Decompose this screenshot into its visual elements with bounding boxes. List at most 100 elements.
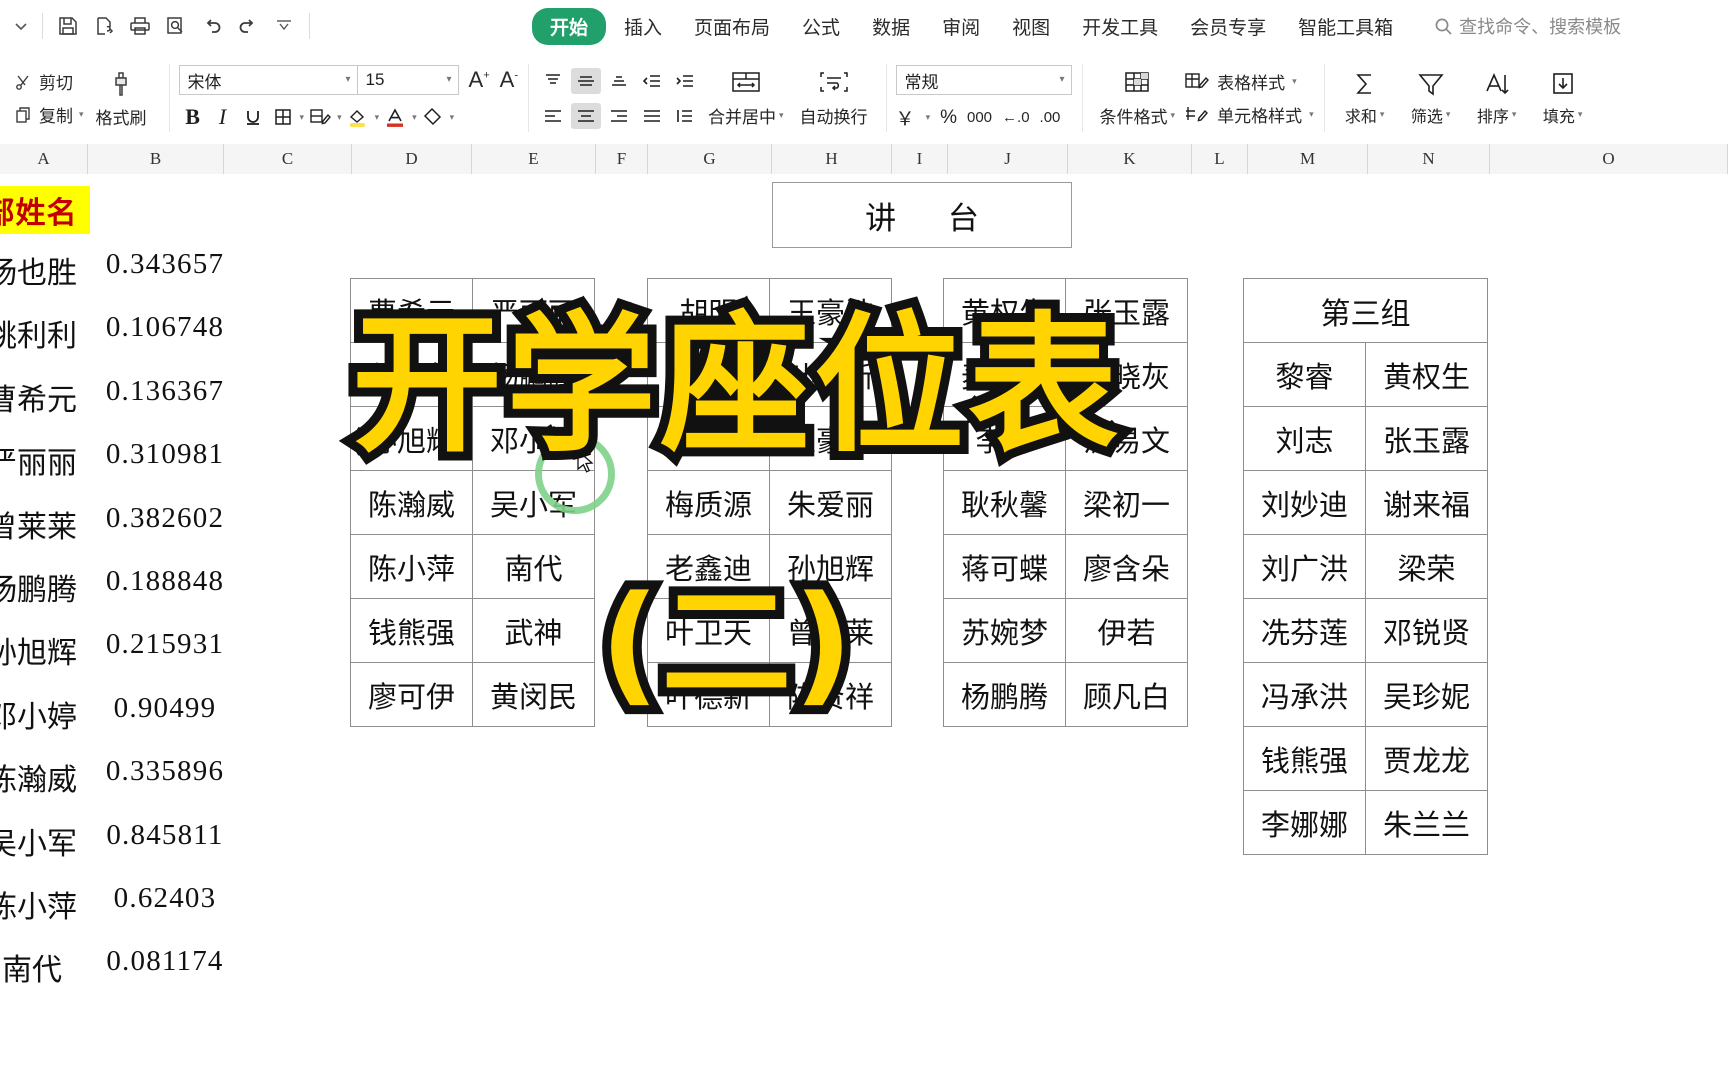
- seat-cell[interactable]: 余芬芳: [647, 342, 770, 407]
- seat-cell[interactable]: 谢来福: [1365, 470, 1488, 535]
- font-size-select[interactable]: 15 ▾: [356, 65, 459, 95]
- tab-page-layout[interactable]: 页面布局: [680, 7, 784, 46]
- copy-button[interactable]: 复制 ▾: [14, 102, 84, 127]
- save-icon[interactable]: [51, 9, 85, 43]
- name-cell[interactable]: 陈小萍: [0, 882, 90, 926]
- tab-formula[interactable]: 公式: [788, 7, 854, 46]
- seat-cell[interactable]: 叶卫天: [647, 598, 770, 663]
- seat-group-2[interactable]: 胡明 王豪浩 余芬芳 叶德新 楠楠 王豪浩 梅质源 朱爱丽 老鑫迪 孙旭辉 叶卫天 曾莱莱 叶德新 陈贤祥: [647, 278, 892, 727]
- seat-cell[interactable]: 李娜娜: [1243, 790, 1366, 855]
- clear-format-button[interactable]: [419, 103, 447, 131]
- seat-cell[interactable]: 曾莱莱: [350, 342, 473, 407]
- column-header-I[interactable]: I: [892, 144, 948, 174]
- align-right-button[interactable]: [604, 103, 634, 129]
- print-icon[interactable]: [123, 9, 157, 43]
- save-as-icon[interactable]: [87, 9, 121, 43]
- column-header-N[interactable]: N: [1368, 144, 1490, 174]
- seat-cell[interactable]: 黄权生: [943, 278, 1066, 343]
- seat-cell[interactable]: 胡明: [647, 278, 770, 343]
- seat-cell[interactable]: 刘妙迪: [1243, 470, 1366, 535]
- chevron-down-icon[interactable]: ▾: [1446, 109, 1451, 120]
- autosum-button[interactable]: 求和 ▾: [1334, 70, 1396, 127]
- seat-cell[interactable]: 刘广洪: [1243, 534, 1366, 599]
- format-painter-button[interactable]: 格式刷: [84, 68, 159, 129]
- value-cell[interactable]: 0.90499: [90, 692, 240, 725]
- value-cell[interactable]: 0.335896: [90, 755, 240, 788]
- seat-cell[interactable]: 钱熊强: [350, 598, 473, 663]
- value-cell[interactable]: 0.106748: [90, 311, 240, 344]
- column-header-J[interactable]: J: [948, 144, 1068, 174]
- align-left-button[interactable]: [538, 103, 568, 129]
- chevron-down-icon[interactable]: ▾: [1292, 76, 1297, 87]
- name-cell[interactable]: 姚利利: [0, 311, 90, 355]
- value-cell[interactable]: 0.136367: [90, 375, 240, 408]
- chevron-down-icon[interactable]: ▾: [450, 112, 455, 123]
- column-header-C[interactable]: C: [224, 144, 352, 174]
- print-preview-icon[interactable]: [159, 9, 193, 43]
- text-orientation-button[interactable]: [670, 103, 700, 129]
- merge-center-button[interactable]: 合并居中 ▾: [700, 69, 792, 128]
- chevron-down-icon[interactable]: ▾: [779, 110, 784, 121]
- tab-smart-toolbox[interactable]: 智能工具箱: [1284, 7, 1407, 46]
- seat-cell[interactable]: 邓锐贤: [1365, 598, 1488, 663]
- seat-cell[interactable]: 王豪浩: [769, 406, 892, 471]
- seat-cell[interactable]: 蒋可蝶: [943, 534, 1066, 599]
- seat-cell[interactable]: 曾莱莱: [769, 598, 892, 663]
- seat-cell[interactable]: 南代: [472, 534, 595, 599]
- seat-cell[interactable]: 严丽丽: [472, 278, 595, 343]
- redo-icon[interactable]: [231, 9, 265, 43]
- name-cell[interactable]: 孙旭辉: [0, 628, 90, 672]
- name-cell[interactable]: 杨也胜: [0, 248, 90, 292]
- customize-toolbar-icon[interactable]: [267, 9, 301, 43]
- cell-style-button[interactable]: 单元格样式 ▾: [1183, 102, 1314, 127]
- seat-cell[interactable]: 伊若: [1065, 598, 1188, 663]
- seat-cell[interactable]: 陈贤祥: [769, 662, 892, 727]
- increase-decimal-button[interactable]: .00: [1040, 109, 1061, 126]
- seat-cell[interactable]: 陈小萍: [350, 534, 473, 599]
- filter-button[interactable]: 筛选 ▾: [1400, 70, 1462, 127]
- column-header-G[interactable]: G: [648, 144, 772, 174]
- column-header-B[interactable]: B: [88, 144, 224, 174]
- align-bottom-button[interactable]: [604, 68, 634, 94]
- name-cell[interactable]: 陈瀚威: [0, 755, 90, 799]
- borders-button[interactable]: [269, 103, 297, 131]
- column-header-D[interactable]: D: [352, 144, 472, 174]
- column-header-M[interactable]: M: [1248, 144, 1368, 174]
- seat-cell[interactable]: 刘志: [1243, 406, 1366, 471]
- value-cell[interactable]: 0.215931: [90, 628, 240, 661]
- justify-button[interactable]: [637, 103, 667, 129]
- column-header-L[interactable]: L: [1192, 144, 1248, 174]
- value-cell[interactable]: 0.62403: [90, 882, 240, 915]
- seat-cell[interactable]: 洪易文: [1065, 406, 1188, 471]
- seat-cell[interactable]: 吴珍妮: [1365, 662, 1488, 727]
- name-cell[interactable]: 邓小婷: [0, 692, 90, 736]
- tab-start[interactable]: 开始: [532, 7, 607, 45]
- increase-indent-button[interactable]: [670, 68, 700, 94]
- seat-cell[interactable]: 老鑫迪: [647, 534, 770, 599]
- tab-member-exclusive[interactable]: 会员专享: [1176, 7, 1280, 46]
- chevron-down-icon[interactable]: ▾: [300, 112, 305, 123]
- chevron-down-icon[interactable]: ▾: [337, 112, 342, 123]
- conditional-format-button[interactable]: 条件格式 ▾: [1092, 69, 1184, 128]
- seat-cell[interactable]: 陈瀚威: [350, 470, 473, 535]
- value-cell[interactable]: 0.310981: [90, 438, 240, 471]
- fill-button[interactable]: 填充 ▾: [1532, 70, 1594, 127]
- percent-format-button[interactable]: %: [940, 107, 957, 129]
- column-header-F[interactable]: F: [596, 144, 648, 174]
- chevron-down-icon[interactable]: ▾: [375, 112, 380, 123]
- name-cell[interactable]: 曾莱莱: [0, 502, 90, 546]
- chevron-down-icon[interactable]: ▾: [1380, 109, 1385, 120]
- seat-cell[interactable]: 梁初一: [1065, 470, 1188, 535]
- seat-cell[interactable]: 张玉露: [1065, 278, 1188, 343]
- seat-cell[interactable]: 黄闵民: [472, 662, 595, 727]
- decrease-indent-button[interactable]: [637, 68, 667, 94]
- spreadsheet-grid[interactable]: 部姓名 杨也胜0.343657姚利利0.106748曹希元0.136367严丽丽…: [0, 174, 1728, 1080]
- name-cell[interactable]: 杨鹏腾: [0, 565, 90, 609]
- seat-cell[interactable]: 冯承洪: [1243, 662, 1366, 727]
- seat-cell[interactable]: 王豪浩: [769, 278, 892, 343]
- seat-cell[interactable]: 耿秋馨: [943, 470, 1066, 535]
- underline-button[interactable]: [239, 103, 267, 131]
- seat-group-3[interactable]: 黄权生 张玉露 麦莹莹 谭晓灰 李辉 洪易文 耿秋馨 梁初一 蒋可蝶 廖含朵 苏婉梦 伊若 杨鹏腾 顾凡白: [943, 278, 1188, 727]
- chevron-down-icon[interactable]: ▾: [1171, 110, 1176, 121]
- chevron-down-icon[interactable]: ▾: [1309, 109, 1314, 120]
